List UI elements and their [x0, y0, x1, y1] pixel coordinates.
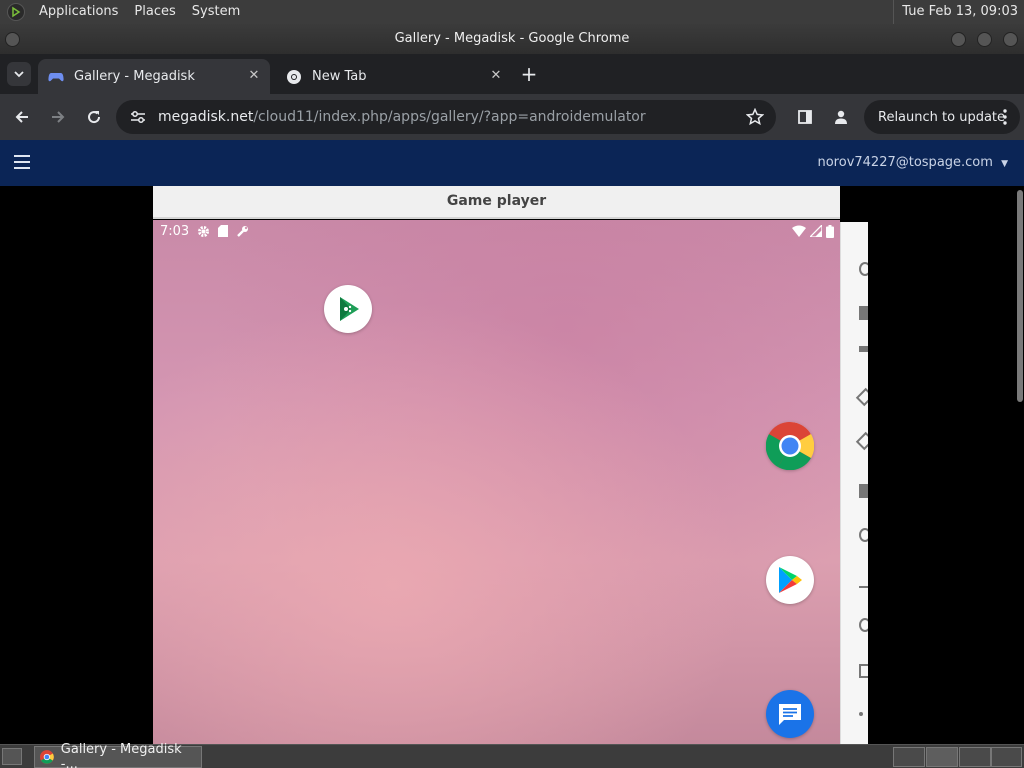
- camera-icon[interactable]: [859, 484, 868, 498]
- bottom-taskbar: Gallery - Megadisk -...: [0, 742, 1024, 768]
- site-settings-icon[interactable]: [128, 107, 148, 127]
- emulator-side-toolbar: [840, 222, 868, 744]
- browser-toolbar: megadisk.net/cloud11/index.php/apps/gall…: [0, 94, 1024, 140]
- show-desktop-button[interactable]: [2, 748, 22, 765]
- arrow-right-icon: [52, 111, 65, 123]
- tab-new-tab[interactable]: New Tab ✕: [276, 59, 512, 94]
- game-player-header: Game player: [153, 186, 840, 219]
- new-tab-button[interactable]: +: [518, 64, 540, 86]
- home-icon[interactable]: [859, 618, 868, 632]
- status-time: 7:03: [160, 224, 190, 239]
- address-bar[interactable]: megadisk.net/cloud11/index.php/apps/gall…: [116, 100, 776, 134]
- side-panel-button[interactable]: [793, 105, 817, 129]
- taskbar-item-label: Gallery - Megadisk -...: [60, 742, 182, 768]
- wifi-icon: [792, 225, 806, 237]
- menu-system[interactable]: System: [184, 0, 248, 24]
- settings-gear-icon: [198, 226, 209, 237]
- account-menu[interactable]: norov74227@tospage.com ▼: [817, 155, 1008, 170]
- chrome-icon: [39, 750, 54, 764]
- window-menu-button[interactable]: [5, 32, 20, 47]
- android-status-bar: 7:03: [153, 220, 840, 244]
- tab-search-button[interactable]: [7, 62, 31, 86]
- android-emulator-screen[interactable]: 7:03: [153, 220, 840, 744]
- battery-icon: [826, 225, 834, 238]
- minimize-button[interactable]: [951, 32, 966, 47]
- taskbar-item-chrome[interactable]: Gallery - Megadisk -...: [34, 742, 202, 768]
- distro-logo-icon[interactable]: [7, 3, 25, 21]
- messages-icon[interactable]: [766, 690, 814, 738]
- back-icon[interactable]: [859, 574, 868, 588]
- url-path: /cloud11/index.php/apps/gallery/?app=and…: [253, 109, 646, 125]
- tab-strip: Gallery - Megadisk ✕ New Tab ✕ +: [0, 54, 1024, 94]
- workspace-2[interactable]: [926, 747, 958, 767]
- maximize-button[interactable]: [977, 32, 992, 47]
- menu-applications[interactable]: Applications: [31, 0, 126, 24]
- top-panel: Applications Places System Tue Feb 13, 0…: [0, 0, 1024, 24]
- gamepad-icon: [48, 69, 64, 85]
- forward-button[interactable]: [46, 105, 70, 129]
- overview-icon[interactable]: [859, 664, 868, 678]
- reload-icon: [88, 111, 101, 124]
- hamburger-menu-icon[interactable]: [14, 155, 30, 169]
- tab-gallery[interactable]: Gallery - Megadisk ✕: [38, 59, 270, 94]
- chrome-icon[interactable]: [766, 422, 814, 470]
- side-panel-icon: [798, 110, 812, 124]
- arrow-left-icon: [15, 111, 28, 123]
- tab-title: Gallery - Megadisk: [74, 69, 195, 84]
- url-host: megadisk.net: [158, 109, 254, 125]
- profile-button[interactable]: [829, 105, 853, 129]
- reload-button[interactable]: [82, 105, 106, 129]
- window-titlebar[interactable]: Gallery - Megadisk - Google Chrome: [0, 24, 1024, 54]
- bookmark-star-icon[interactable]: [745, 107, 765, 126]
- content-area: Game player 7:03: [0, 186, 1024, 744]
- page-scrollbar[interactable]: [1016, 186, 1024, 744]
- volume-up-icon[interactable]: [859, 306, 868, 320]
- desktop: Applications Places System Tue Feb 13, 0…: [0, 0, 1024, 768]
- relaunch-label: Relaunch to update: [878, 109, 1006, 125]
- volume-down-icon[interactable]: [859, 346, 868, 352]
- menu-places[interactable]: Places: [126, 0, 183, 24]
- close-tab-icon[interactable]: ✕: [488, 68, 504, 84]
- app-header: norov74227@tospage.com ▼: [0, 140, 1024, 186]
- sd-card-icon: [218, 225, 228, 237]
- relaunch-to-update-button[interactable]: Relaunch to update: [864, 100, 1020, 134]
- zoom-icon[interactable]: [859, 528, 868, 542]
- account-email: norov74227@tospage.com: [817, 155, 993, 170]
- close-window-button[interactable]: [1003, 32, 1018, 47]
- wrench-icon: [237, 226, 248, 237]
- caret-down-icon: ▼: [1001, 159, 1008, 169]
- clock[interactable]: Tue Feb 13, 09:03: [893, 0, 1018, 24]
- play-store-icon[interactable]: [766, 556, 814, 604]
- tab-title: New Tab: [312, 69, 367, 84]
- rotate-left-icon[interactable]: [855, 387, 868, 407]
- play-games-icon[interactable]: [324, 285, 372, 333]
- rotate-right-icon[interactable]: [855, 431, 868, 451]
- power-icon[interactable]: [859, 262, 868, 276]
- workspace-4[interactable]: [991, 747, 1022, 767]
- back-button[interactable]: [10, 105, 34, 129]
- cellular-signal-icon: [810, 225, 822, 237]
- person-icon: [835, 110, 847, 124]
- chrome-icon: [286, 69, 302, 85]
- close-tab-icon[interactable]: ✕: [246, 68, 262, 84]
- chevron-down-icon: [14, 71, 24, 78]
- workspace-3[interactable]: [959, 747, 991, 767]
- workspace-1[interactable]: [893, 747, 925, 767]
- more-icon[interactable]: [859, 712, 863, 716]
- scrollbar-thumb[interactable]: [1017, 190, 1023, 402]
- more-options-icon[interactable]: [1002, 108, 1008, 126]
- window-title: Gallery - Megadisk - Google Chrome: [394, 31, 630, 46]
